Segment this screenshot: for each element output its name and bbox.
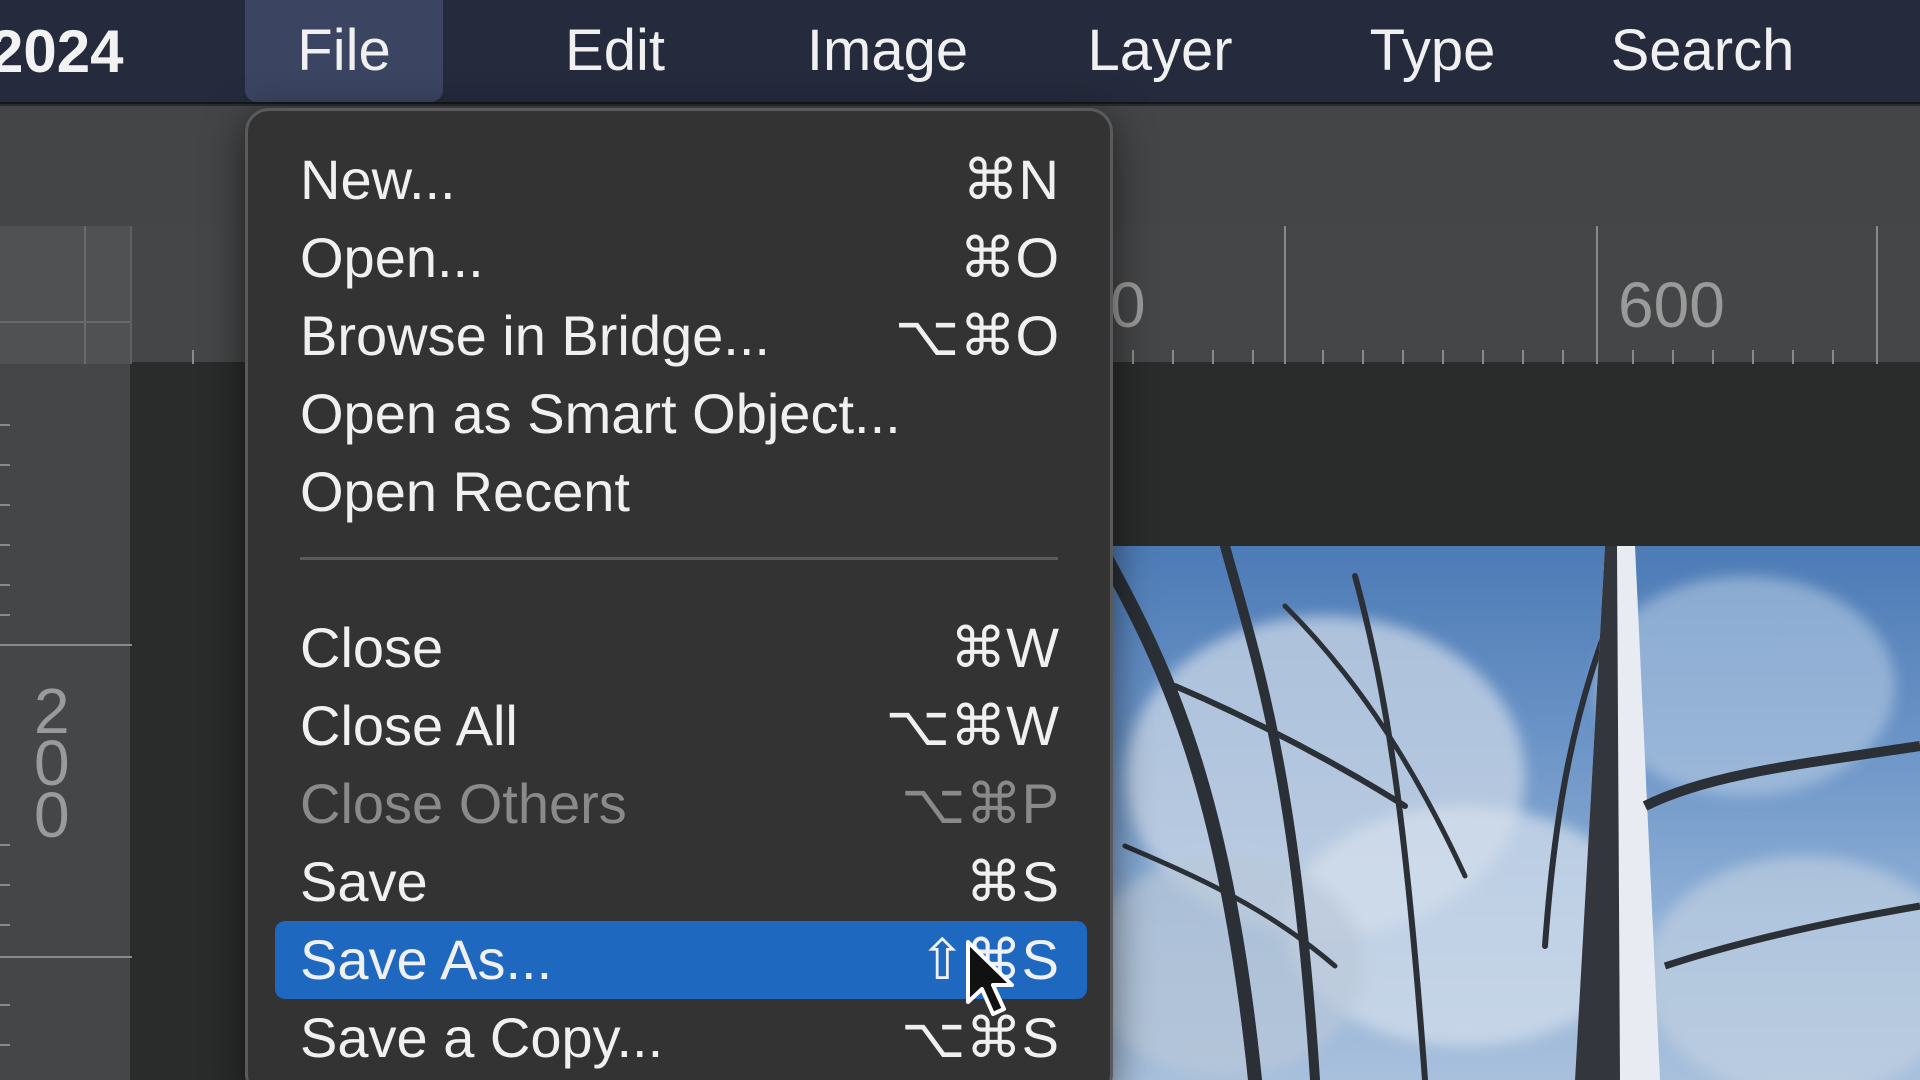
menu-edit[interactable]: Edit xyxy=(540,0,690,102)
menu-item-shortcut: ⌥⌘W xyxy=(885,694,1059,757)
ruler-label: 600 xyxy=(1618,269,1725,341)
menu-item-shortcut: ⌘S xyxy=(965,850,1059,913)
menu-item-browse-in-bridge[interactable]: Browse in Bridge... ⌥⌘O xyxy=(275,297,1087,375)
app-title: 2024 xyxy=(0,18,124,85)
menu-item-shortcut: ⌥⌘P xyxy=(901,772,1059,835)
menu-item-label: Save As... xyxy=(300,928,553,991)
menu-layer[interactable]: Layer xyxy=(1075,0,1245,102)
menu-item-label: Close Others xyxy=(300,772,627,835)
vertical-ruler: 2 0 0 xyxy=(0,364,132,1080)
menu-image[interactable]: Image xyxy=(790,0,985,102)
menu-item-label: Browse in Bridge... xyxy=(300,304,770,367)
menu-item-label: Save xyxy=(300,850,428,913)
menu-file[interactable]: File xyxy=(245,0,443,102)
menu-separator xyxy=(300,557,1058,560)
file-menu-dropdown: New... ⌘N Open... ⌘O Browse in Bridge...… xyxy=(245,108,1113,1080)
menu-item-label: Open as Smart Object... xyxy=(300,382,901,445)
ruler-corner xyxy=(0,226,132,364)
ruler-label: 0 xyxy=(1110,269,1146,341)
menu-item-open[interactable]: Open... ⌘O xyxy=(275,219,1087,297)
menu-item-close-others: Close Others ⌥⌘P xyxy=(275,765,1087,843)
menu-item-label: Save a Copy... xyxy=(300,1006,664,1069)
menu-search[interactable]: Search xyxy=(1600,0,1805,102)
menu-item-close-all[interactable]: Close All ⌥⌘W xyxy=(275,687,1087,765)
menu-item-open-as-smart-object[interactable]: Open as Smart Object... xyxy=(275,375,1087,453)
mouse-cursor-icon xyxy=(966,940,1014,1016)
menu-item-shortcut: ⌘O xyxy=(959,226,1059,289)
menu-item-label: Open... xyxy=(300,226,484,289)
document-image[interactable] xyxy=(1105,546,1920,1080)
menu-item-new[interactable]: New... ⌘N xyxy=(275,141,1087,219)
menu-item-label: Open Recent xyxy=(300,460,630,523)
menu-item-shortcut: ⌘N xyxy=(962,148,1059,211)
menu-item-shortcut: ⌥⌘O xyxy=(894,304,1059,367)
menu-type[interactable]: Type xyxy=(1355,0,1510,102)
menu-bar: 2024 File Edit Image Layer Type Search xyxy=(0,0,1920,104)
ruler-label: 0 xyxy=(34,779,70,851)
menu-item-save[interactable]: Save ⌘S xyxy=(275,843,1087,921)
menu-item-open-recent[interactable]: Open Recent xyxy=(275,453,1087,531)
menu-item-label: New... xyxy=(300,148,456,211)
menu-item-label: Close All xyxy=(300,694,518,757)
menu-item-close[interactable]: Close ⌘W xyxy=(275,609,1087,687)
menu-item-shortcut: ⌘W xyxy=(950,616,1059,679)
menu-item-label: Close xyxy=(300,616,444,679)
